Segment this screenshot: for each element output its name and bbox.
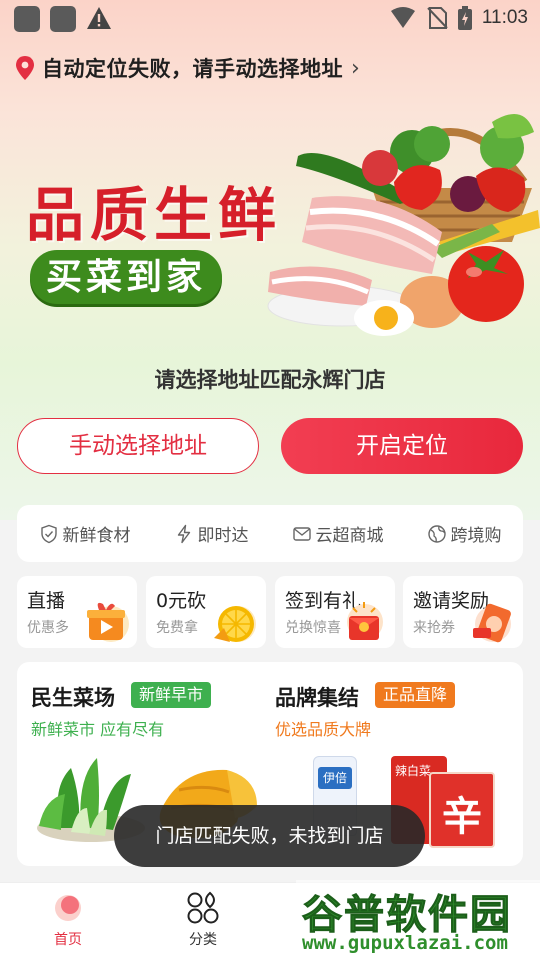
promo-card-invite[interactable]: 邀请奖励 来抢券 xyxy=(403,576,523,648)
nav-home[interactable]: 首页 xyxy=(23,891,113,949)
noodle-bag-image: 辛 xyxy=(429,772,495,848)
chevron-right-icon: › xyxy=(351,55,360,81)
brand-tag: 正品直降 xyxy=(375,682,456,708)
brand-subtitle: 优选品质大牌 xyxy=(275,720,372,739)
service-instant-delivery[interactable]: 即时达 xyxy=(174,521,249,546)
warning-icon xyxy=(87,7,111,29)
promo-card-bargain[interactable]: 0元砍 免费拿 xyxy=(146,576,266,648)
brand-title: 品牌集结 xyxy=(275,686,359,710)
nav-category[interactable]: 分类 xyxy=(158,891,248,949)
promo-card-checkin[interactable]: 签到有礼 兑换惊喜 xyxy=(275,576,395,648)
service-label: 即时达 xyxy=(197,526,249,546)
banner-tagline-pill: 买菜到家 xyxy=(30,250,222,304)
coupon-card-icon xyxy=(473,603,511,643)
noodle-label: 辛 xyxy=(442,794,482,840)
status-bar: 11:03 xyxy=(0,0,540,36)
manual-address-button[interactable]: 手动选择地址 xyxy=(17,418,259,474)
market-title: 民生菜场 xyxy=(31,686,115,710)
banner-title: 品质生鲜 xyxy=(26,181,283,249)
service-label: 新鲜食材 xyxy=(62,526,131,546)
promo-subtitle: 优惠多 xyxy=(27,620,69,636)
category-grid-icon xyxy=(187,891,219,924)
service-row: 新鲜食材 即时达 云超商城 跨境购 xyxy=(17,505,523,562)
service-label: 云超商城 xyxy=(315,526,384,546)
watermark: 谷普软件园 www.gupuxlazai.com xyxy=(296,880,540,960)
location-selector[interactable]: 自动定位失败，请手动选择地址 › xyxy=(14,50,360,86)
location-pin-icon xyxy=(16,56,34,80)
promo-subtitle: 来抢券 xyxy=(413,620,455,636)
orange-slice-icon xyxy=(214,606,256,642)
nav-label-category: 分类 xyxy=(189,932,217,948)
home-icon xyxy=(55,895,81,921)
no-sim-icon xyxy=(427,7,448,29)
noodle-brand-label: 辣白菜 xyxy=(395,764,432,778)
toast-message: 门店匹配失败，未找到门店 xyxy=(114,805,425,867)
clock: 11:03 xyxy=(481,7,528,28)
store-match-prompt: 请选择地址匹配永辉门店 xyxy=(154,368,386,392)
notification-icon xyxy=(50,6,76,32)
promo-title: 直播 xyxy=(27,590,66,612)
notification-icon xyxy=(14,6,40,32)
battery-icon xyxy=(457,6,472,30)
gift-play-icon xyxy=(87,602,129,642)
service-cloud-mall[interactable]: 云超商城 xyxy=(292,521,384,546)
mail-icon xyxy=(292,526,311,541)
market-subtitle: 新鲜菜市 应有尽有 xyxy=(31,720,165,739)
service-cross-border[interactable]: 跨境购 xyxy=(427,521,502,546)
service-fresh-food[interactable]: 新鲜食材 xyxy=(39,521,131,546)
vegetable-basket-illustration xyxy=(267,114,540,336)
lightning-icon xyxy=(177,524,190,543)
red-envelope-icon xyxy=(347,602,383,640)
shield-check-icon xyxy=(40,524,57,543)
nav-label-home: 首页 xyxy=(54,932,82,948)
watermark-url: www.gupuxlazai.com xyxy=(302,932,508,954)
enable-location-button[interactable]: 开启定位 xyxy=(281,418,523,474)
milk-label: 伊倍 xyxy=(318,767,352,789)
promo-subtitle: 兑换惊喜 xyxy=(285,620,341,636)
promo-card-live[interactable]: 直播 优惠多 xyxy=(17,576,137,648)
promo-subtitle: 免费拿 xyxy=(156,620,198,636)
banner-tagline: 买菜到家 xyxy=(45,256,206,298)
wifi-icon xyxy=(390,7,415,28)
promo-title: 0元砍 xyxy=(156,590,207,612)
service-label: 跨境购 xyxy=(450,526,502,546)
location-text: 自动定位失败，请手动选择地址 xyxy=(42,57,343,81)
market-tag: 新鲜早市 xyxy=(131,682,212,708)
globe-icon xyxy=(427,524,446,543)
